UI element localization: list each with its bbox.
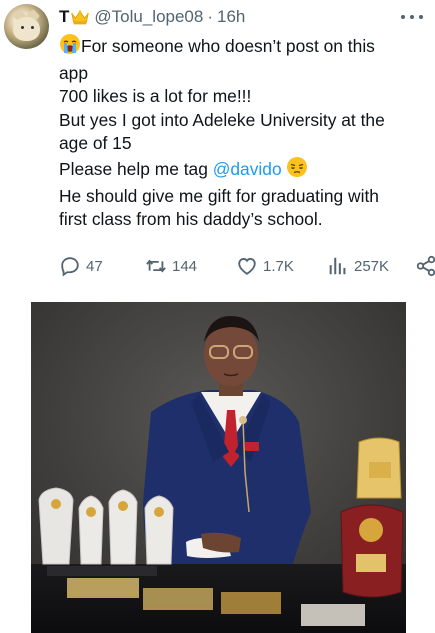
views-button[interactable]: 257K: [327, 255, 389, 277]
tweet-line-7: He should give me gift for graduating wi…: [59, 185, 379, 206]
tweet-line-3: 700 likes is a lot for me!!!: [59, 86, 252, 107]
tweet-line: Please help me tag @davido: [59, 156, 431, 185]
tweet-photo[interactable]: [31, 302, 406, 633]
tweet-header: T @Tolu_lope08 · 16h: [59, 5, 245, 29]
crown-icon: [71, 9, 90, 25]
more-dot: [419, 15, 423, 19]
tweet-line: For someone who doesn’t post on this: [59, 33, 431, 62]
share-icon: [416, 255, 435, 277]
avatar[interactable]: [4, 4, 49, 49]
tweet[interactable]: T @Tolu_lope08 · 16h For someone who doe…: [0, 0, 435, 633]
avatar-eye-left: [21, 26, 24, 29]
retweet-button[interactable]: 144: [145, 255, 197, 277]
retweet-icon: [146, 259, 166, 273]
tweet-line-1: For someone who doesn’t post on this: [81, 36, 375, 56]
views-count: 257K: [354, 257, 390, 275]
like-count: 1.7K: [263, 257, 294, 275]
more-dot: [410, 15, 414, 19]
timestamp[interactable]: 16h: [217, 7, 245, 27]
avatar-eye-right: [31, 26, 34, 29]
avatar-face: [13, 17, 40, 41]
like-button[interactable]: 1.7K: [236, 255, 294, 277]
heart-icon: [238, 258, 256, 275]
more-dot: [401, 15, 405, 19]
tweet-line-8: first class from his daddy’s school.: [59, 209, 323, 230]
relieved-face-emoji: [286, 156, 308, 185]
more-dots-icon[interactable]: [401, 8, 423, 26]
user-handle[interactable]: @Tolu_lope08: [94, 7, 203, 27]
analytics-icon: [329, 257, 346, 275]
action-bar: 47 144 1.7K 257K: [59, 255, 435, 277]
tweet-line-4: But yes I got into Adeleke University at…: [59, 109, 385, 130]
reply-count: 47: [86, 257, 103, 275]
separator-dot: ·: [207, 7, 214, 26]
mention-link[interactable]: @davido: [213, 159, 282, 179]
reply-icon: [61, 257, 79, 277]
tweet-line-6: Please help me tag: [59, 158, 213, 179]
share-button[interactable]: [415, 255, 435, 277]
display-name[interactable]: T: [59, 7, 69, 27]
reply-button[interactable]: 47: [59, 255, 103, 277]
tweet-text: For someone who doesn’t post on this app…: [59, 33, 431, 232]
crying-face-emoji: [59, 33, 81, 62]
tweet-line-2: app: [59, 62, 89, 83]
tweet-line-5: age of 15: [59, 133, 132, 154]
graduate-with-awards-photo: [31, 302, 406, 633]
retweet-count: 144: [172, 257, 198, 275]
